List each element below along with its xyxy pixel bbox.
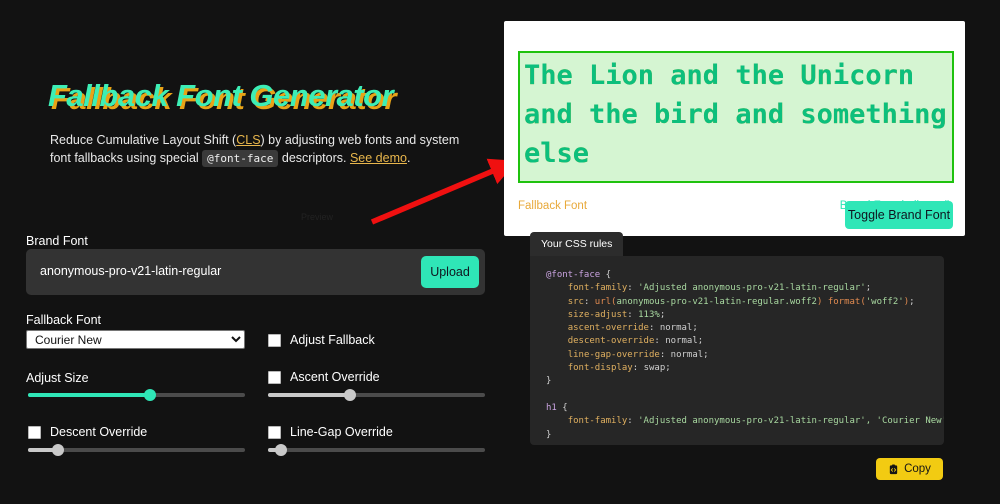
slider-thumb[interactable] — [344, 389, 357, 401]
upload-button[interactable]: Upload — [421, 256, 479, 288]
description-text-4: . — [406, 151, 411, 165]
brand-font-field[interactable]: anonymous-pro-v21-latin-regular Upload — [26, 249, 485, 295]
description-text-1: Reduce Cumulative Layout Shift ( — [50, 133, 237, 147]
adjust-fallback-checkbox[interactable] — [268, 333, 281, 347]
slider-thumb[interactable] — [275, 444, 288, 456]
css-code-block: @font-face { font-family: 'Adjusted anon… — [546, 270, 944, 440]
slider-track — [268, 448, 485, 452]
left-panel: Fallback Font Generator Reduce Cumulativ… — [0, 0, 500, 504]
linegap-override-label: Line-Gap Override — [290, 425, 393, 439]
css-rules-panel: @font-face { font-family: 'Adjusted anon… — [530, 256, 944, 445]
linegap-override-checkbox[interactable] — [268, 425, 281, 439]
description-text-3: descriptors. — [278, 151, 350, 165]
preview-brand-text: The Lion and the Unicorn and the bird an… — [524, 60, 947, 169]
slider-thumb[interactable] — [52, 444, 65, 456]
see-demo-link[interactable]: See demo — [350, 151, 407, 165]
descent-override-slider[interactable] — [28, 442, 245, 458]
ascent-override-label: Ascent Override — [290, 370, 380, 384]
brand-font-label: Brand Font — [26, 234, 88, 248]
legend-fallback-font: Fallback Font — [518, 200, 588, 212]
slider-thumb[interactable] — [143, 389, 156, 401]
adjust-size-label: Adjust Size — [26, 371, 89, 385]
checkbox-row-adjust-fallback[interactable]: Adjust Fallback — [268, 333, 375, 347]
fallback-font-select[interactable]: Courier NewArialTimes New RomanGeorgiaVe… — [26, 330, 245, 349]
page-title: Fallback Font Generator — [48, 78, 394, 113]
font-face-code-chip: @font-face — [202, 150, 279, 167]
adjust-size-slider[interactable] — [28, 387, 245, 403]
linegap-override-slider[interactable] — [268, 442, 485, 458]
preview-sample-box: The Lion and the Unicorn and the bird an… — [518, 51, 954, 183]
descent-override-checkbox[interactable] — [28, 425, 41, 439]
page-description: Reduce Cumulative Layout Shift (CLS) by … — [50, 131, 470, 168]
copy-button-label: Copy — [904, 463, 931, 475]
ascent-override-checkbox[interactable] — [268, 370, 281, 384]
fallback-font-label: Fallback Font — [26, 313, 102, 327]
preview-label: Preview — [301, 212, 334, 222]
checkbox-row-descent-override[interactable]: Descent Override — [28, 425, 147, 439]
slider-fill — [268, 393, 351, 397]
copy-button[interactable]: Copy — [876, 458, 943, 480]
slider-fill — [28, 393, 150, 397]
checkbox-row-linegap-override[interactable]: Line-Gap Override — [268, 425, 393, 439]
ascent-override-slider[interactable] — [268, 387, 485, 403]
checkbox-row-ascent-override[interactable]: Ascent Override — [268, 370, 380, 384]
clipboard-code-icon — [889, 463, 898, 474]
adjust-fallback-label: Adjust Fallback — [290, 333, 375, 347]
toggle-brand-font-button[interactable]: Toggle Brand Font — [845, 201, 953, 229]
descent-override-label: Descent Override — [50, 425, 148, 439]
cls-link[interactable]: CLS — [236, 133, 260, 147]
brand-font-value: anonymous-pro-v21-latin-regular — [40, 264, 222, 278]
tab-your-css-rules[interactable]: Your CSS rules — [530, 232, 624, 256]
